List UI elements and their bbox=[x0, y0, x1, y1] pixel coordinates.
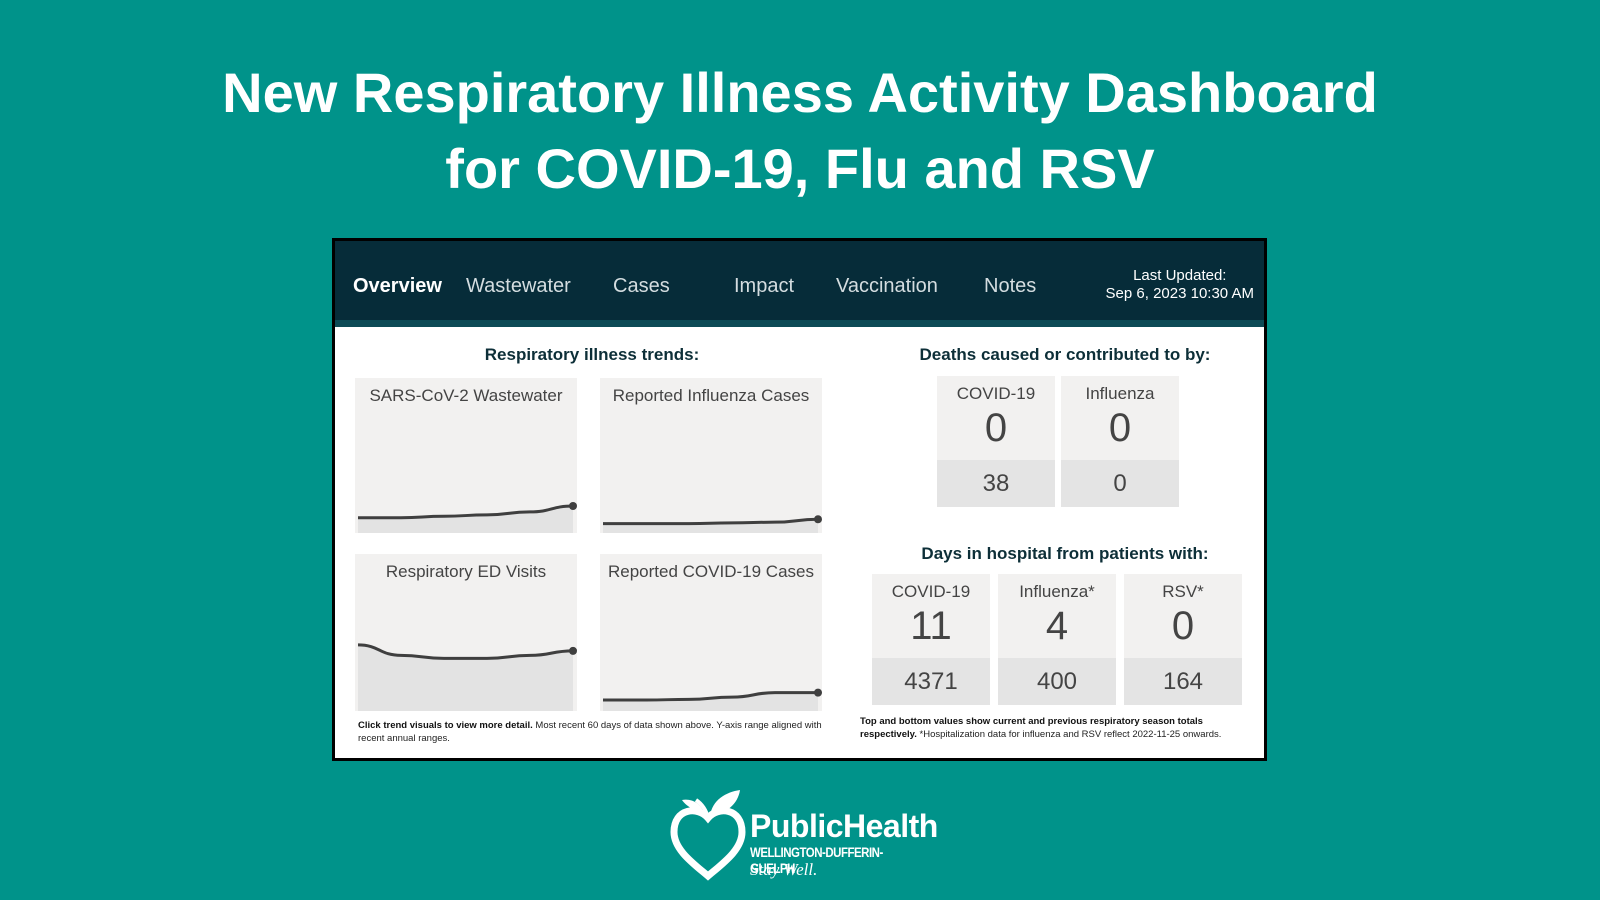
hospital-note-text: *Hospitalization data for influenza and … bbox=[916, 729, 1222, 740]
stat-label: Influenza* bbox=[1019, 582, 1095, 601]
hospital-note: Top and bottom values show current and p… bbox=[860, 715, 1255, 741]
dashboard: Overview Wastewater Cases Impact Vaccina… bbox=[335, 241, 1264, 758]
trends-note-bold: Click trend visuals to view more detail. bbox=[358, 720, 533, 731]
stat-label: RSV* bbox=[1162, 582, 1204, 601]
last-updated-value: Sep 6, 2023 10:30 AM bbox=[1105, 285, 1254, 302]
stat-current: 0 bbox=[984, 406, 1008, 450]
stat-previous: 400 bbox=[998, 658, 1116, 705]
stat-current: 0 bbox=[1171, 604, 1195, 648]
deaths-title: Deaths caused or contributed to by: bbox=[919, 345, 1211, 364]
tab-impact[interactable]: Impact bbox=[734, 275, 794, 298]
stat-previous: 164 bbox=[1124, 658, 1242, 705]
trends-note: Click trend visuals to view more detail.… bbox=[358, 719, 828, 745]
stat-label: COVID-19 bbox=[891, 582, 971, 601]
trend-card-covid-cases[interactable]: Reported COVID-19 Cases bbox=[600, 554, 822, 711]
trend-latest-point bbox=[814, 515, 822, 524]
trends-title: Respiratory illness trends: bbox=[484, 345, 700, 364]
trend-latest-point bbox=[569, 502, 577, 511]
trend-card-ed-visits[interactable]: Respiratory ED Visits bbox=[355, 554, 577, 711]
tab-cases[interactable]: Cases bbox=[613, 275, 670, 298]
stat-label: COVID-19 bbox=[956, 384, 1036, 403]
headline: New Respiratory Illness Activity Dashboa… bbox=[0, 55, 1600, 207]
trend-area bbox=[603, 692, 818, 711]
hospital-title: Days in hospital from patients with: bbox=[921, 544, 1209, 563]
last-updated: Last Updated: Sep 6, 2023 10:30 AM bbox=[1106, 267, 1254, 303]
hospital-card-covid: COVID-19 11 4371 bbox=[872, 574, 990, 705]
stat-label: Influenza bbox=[1085, 384, 1155, 403]
tab-notes[interactable]: Notes bbox=[984, 275, 1036, 298]
tab-wastewater[interactable]: Wastewater bbox=[466, 275, 571, 298]
tab-vaccination[interactable]: Vaccination bbox=[836, 275, 938, 298]
trend-latest-point bbox=[814, 688, 822, 697]
trend-card-title: SARS-CoV-2 Wastewater bbox=[369, 386, 563, 405]
stat-previous: 0 bbox=[1061, 460, 1179, 507]
trend-card-wastewater[interactable]: SARS-CoV-2 Wastewater bbox=[355, 378, 577, 533]
trend-card-influenza-cases[interactable]: Reported Influenza Cases bbox=[600, 378, 822, 533]
nav-bar: Overview Wastewater Cases Impact Vaccina… bbox=[335, 241, 1264, 327]
stat-current: 0 bbox=[1108, 406, 1132, 450]
dashboard-screenshot-frame: Overview Wastewater Cases Impact Vaccina… bbox=[332, 238, 1267, 761]
last-updated-label: Last Updated: bbox=[1133, 267, 1227, 284]
trend-line bbox=[603, 517, 819, 526]
death-card-influenza: Influenza 0 0 bbox=[1061, 376, 1179, 507]
hospital-card-rsv: RSV* 0 164 bbox=[1124, 574, 1242, 705]
trend-card-title: Reported Influenza Cases bbox=[612, 386, 810, 405]
public-health-logo: PublicHealth WELLINGTON-DUFFERIN-GUELPH … bbox=[668, 788, 938, 883]
trend-card-title: Respiratory ED Visits bbox=[385, 562, 547, 581]
headline-line-2: for COVID-19, Flu and RSV bbox=[445, 137, 1155, 200]
trend-latest-point bbox=[569, 646, 577, 655]
death-card-covid: COVID-19 0 38 bbox=[937, 376, 1055, 507]
stat-previous: 38 bbox=[937, 460, 1055, 507]
stat-current: 11 bbox=[910, 604, 952, 648]
stat-previous: 4371 bbox=[872, 658, 990, 705]
logo-tagline: Stay Well. bbox=[750, 860, 818, 879]
trend-card-title: Reported COVID-19 Cases bbox=[608, 562, 814, 581]
tab-overview[interactable]: Overview bbox=[353, 275, 442, 298]
stat-current: 4 bbox=[1045, 604, 1069, 648]
headline-line-1: New Respiratory Illness Activity Dashboa… bbox=[222, 61, 1378, 124]
logo-name: PublicHealth bbox=[750, 808, 938, 844]
apple-heart-icon bbox=[670, 790, 746, 881]
hospital-card-influenza: Influenza* 4 400 bbox=[998, 574, 1116, 705]
